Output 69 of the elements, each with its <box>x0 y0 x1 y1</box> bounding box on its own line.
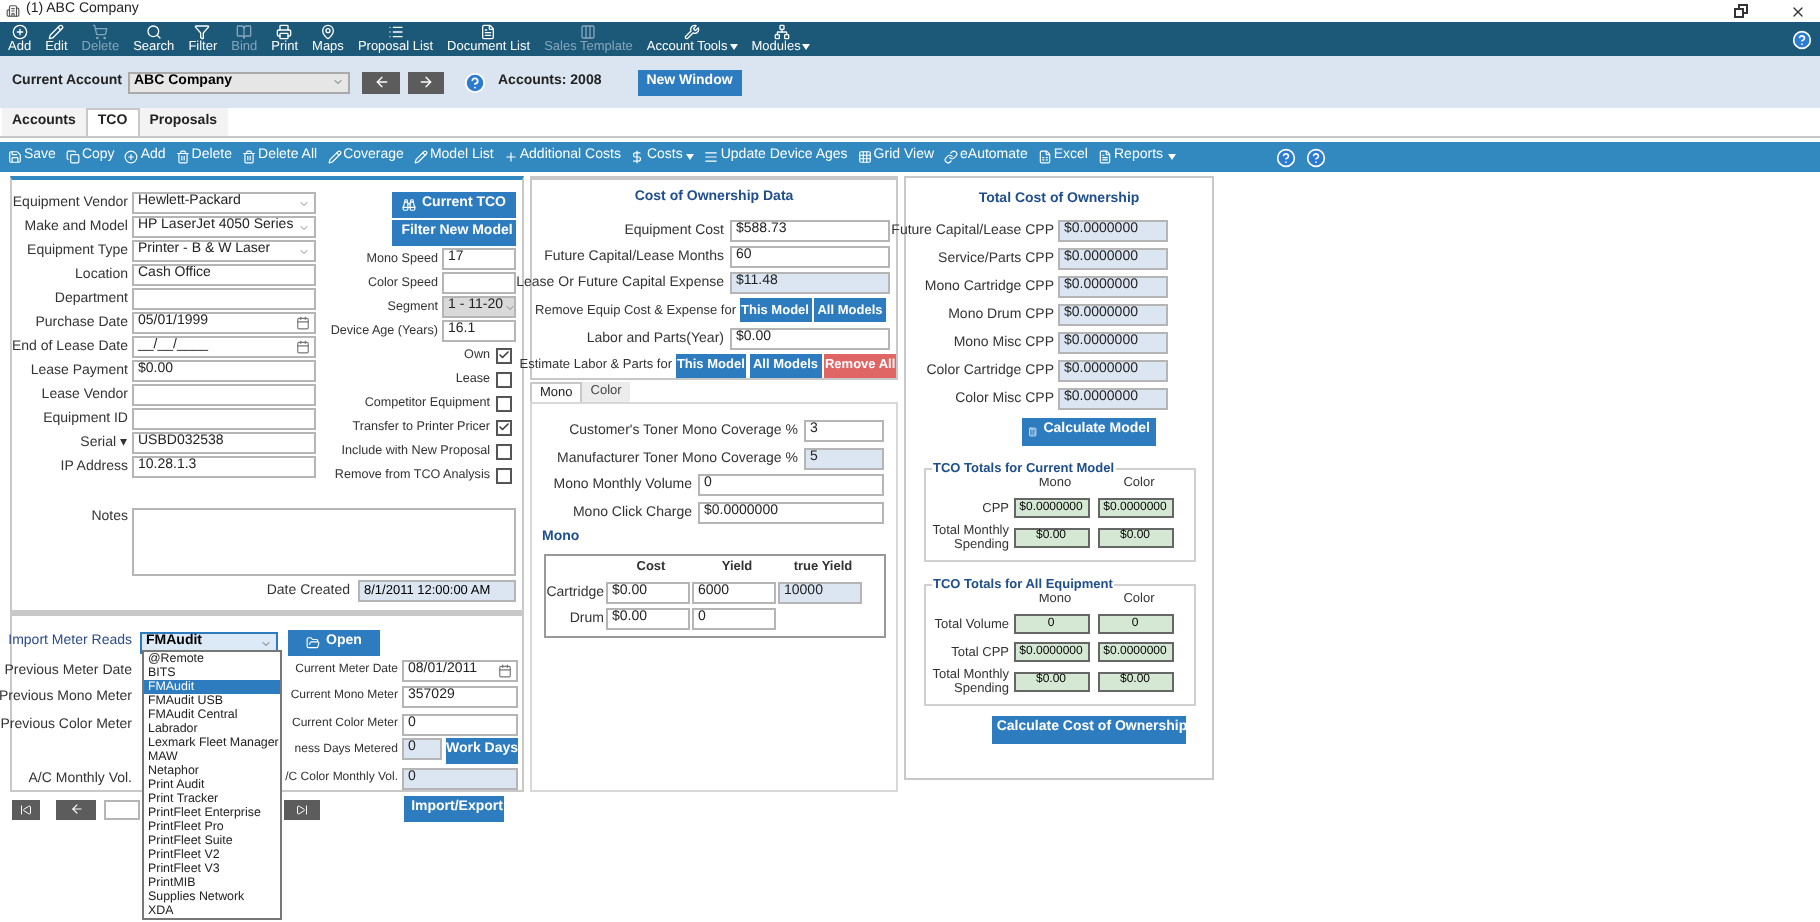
copy-icon <box>65 150 80 164</box>
columns-icon <box>580 24 597 40</box>
lines-icon <box>704 150 719 164</box>
link-icon <box>944 150 959 164</box>
plus-icon <box>503 150 518 164</box>
caret-icon <box>1167 154 1176 160</box>
checkbox[interactable] <box>496 443 512 459</box>
document-icon <box>1098 150 1112 164</box>
text-field[interactable] <box>132 288 316 310</box>
last-button[interactable] <box>284 799 320 819</box>
calculator-icon <box>1028 423 1038 439</box>
map-pin-icon <box>319 24 336 40</box>
checkbox[interactable] <box>496 371 512 387</box>
arrow-right-icon <box>418 74 434 90</box>
previous-button[interactable] <box>56 799 96 819</box>
help-icon[interactable] <box>1275 147 1296 167</box>
record-field[interactable] <box>104 799 140 819</box>
pencil-icon <box>413 150 428 164</box>
printer-icon <box>276 24 293 40</box>
grid-icon <box>857 150 872 164</box>
plus-circle-icon <box>124 150 139 164</box>
dollar-icon <box>630 150 645 164</box>
save-icon <box>8 150 22 164</box>
first-button[interactable] <box>12 799 40 819</box>
cart-icon <box>92 24 109 40</box>
plus-circle-icon <box>11 24 28 40</box>
chevron-icon <box>503 301 514 313</box>
calendar-icon <box>498 663 512 677</box>
checkbox[interactable] <box>496 467 512 483</box>
notes-field[interactable] <box>132 508 516 576</box>
caret-icon <box>802 44 811 50</box>
text-field[interactable] <box>442 272 516 294</box>
text-field[interactable] <box>132 408 316 430</box>
skip-back-icon <box>20 803 32 815</box>
chevron-icon <box>260 637 272 649</box>
network-icon <box>773 24 790 40</box>
caret-icon <box>729 44 738 50</box>
binoculars-icon <box>402 198 416 212</box>
chevron-icon <box>332 76 344 88</box>
help-icon[interactable] <box>1792 29 1812 49</box>
skip-forward-icon <box>296 803 308 815</box>
restore-icon[interactable] <box>1734 4 1748 18</box>
caret-icon <box>686 154 695 160</box>
calendar-icon <box>296 316 310 330</box>
forward-button[interactable] <box>408 71 444 93</box>
text-field[interactable] <box>132 384 316 406</box>
spreadsheet-icon <box>1037 150 1052 164</box>
trash-icon <box>175 150 190 164</box>
book-icon <box>236 24 253 40</box>
search-icon <box>145 24 162 40</box>
checkbox[interactable] <box>496 419 512 435</box>
trash-icon <box>242 150 257 164</box>
help-icon[interactable] <box>464 71 486 93</box>
pencil-icon <box>48 24 65 40</box>
close-icon[interactable] <box>1790 3 1806 19</box>
back-button[interactable] <box>362 71 400 93</box>
help-icon[interactable] <box>1305 147 1326 167</box>
calendar-icon <box>296 340 310 354</box>
list-icon <box>387 24 404 40</box>
app-icon <box>6 4 20 18</box>
arrow-left-icon <box>69 802 83 816</box>
pencil-icon <box>327 150 342 164</box>
checkbox[interactable] <box>496 395 512 411</box>
checkbox[interactable] <box>496 347 512 363</box>
wrench-icon <box>684 24 701 40</box>
arrow-left-icon <box>373 74 389 90</box>
folder-icon <box>306 636 321 650</box>
filter-icon <box>194 24 211 40</box>
document-icon <box>480 24 497 40</box>
